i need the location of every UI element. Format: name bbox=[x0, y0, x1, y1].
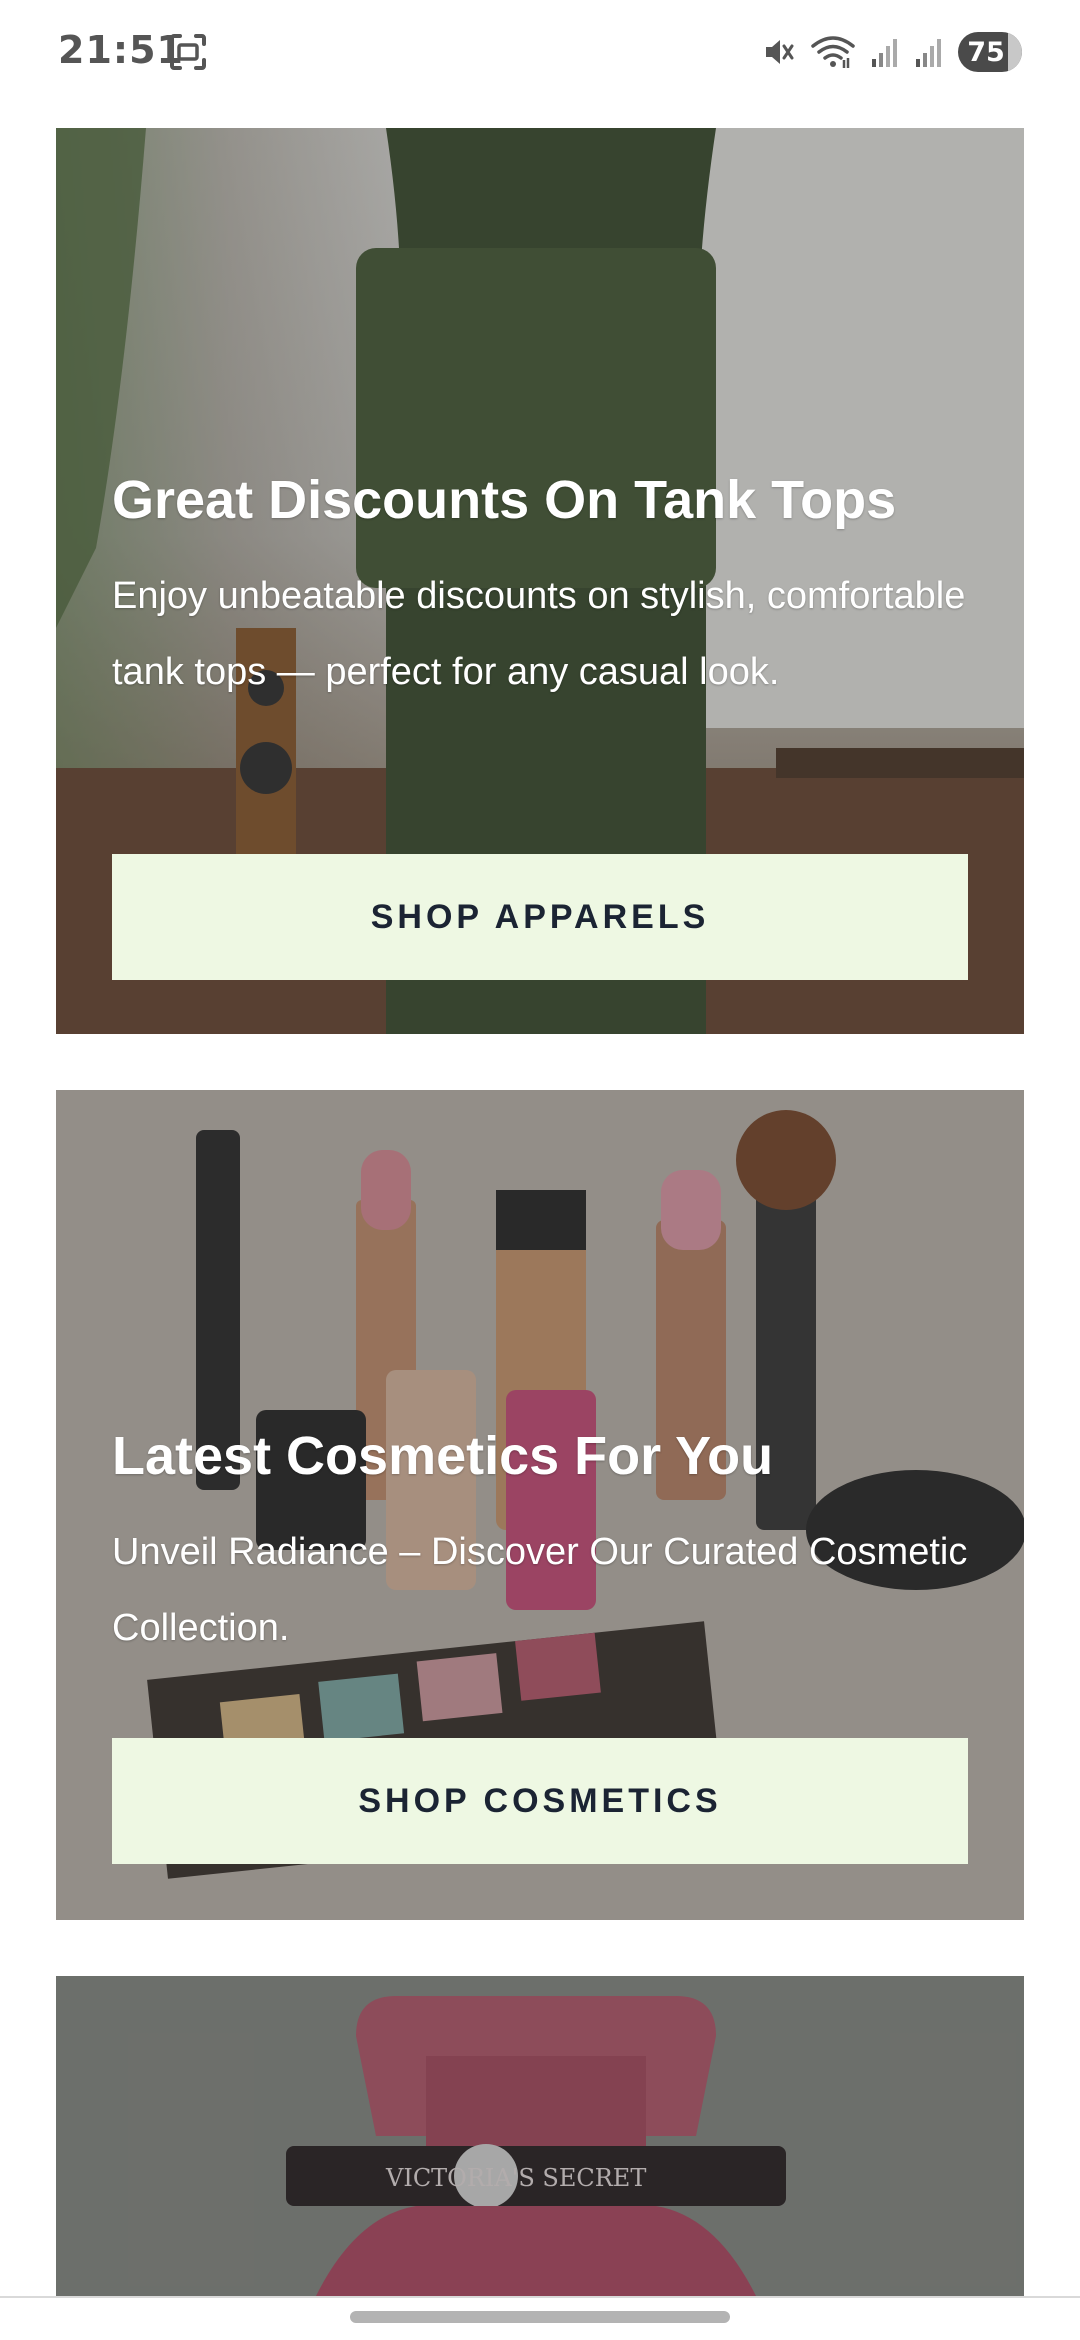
banner-perfume: VICTORIA'S SECRET bbox=[56, 1976, 1024, 2296]
screenshot-icon bbox=[170, 34, 206, 70]
banner-apparel-title: Great Discounts On Tank Tops bbox=[112, 470, 897, 530]
bottom-divider bbox=[0, 2296, 1080, 2298]
banner-apparel-description: Enjoy unbeatable discounts on stylish, c… bbox=[112, 575, 966, 693]
mute-icon bbox=[766, 40, 794, 64]
shop-cosmetics-button[interactable]: SHOP COSMETICS bbox=[112, 1738, 968, 1864]
signal-icon bbox=[916, 39, 941, 67]
status-icons: 75 bbox=[760, 30, 1022, 74]
signal-icon bbox=[872, 39, 897, 67]
banner-apparel: Great Discounts On Tank Tops Enjoy unbea… bbox=[56, 128, 1024, 1034]
banner-perfume-overlay bbox=[56, 1976, 1024, 2296]
banner-apparel-content: Great Discounts On Tank Tops Enjoy unbea… bbox=[112, 468, 968, 710]
banner-cosmetics-description: Unveil Radiance – Discover Our Curated C… bbox=[112, 1531, 968, 1649]
status-time: 21:51 bbox=[58, 28, 184, 72]
status-bar: 21:51 75 bbox=[0, 0, 1080, 105]
banner-cosmetics-content: Latest Cosmetics For You Unveil Radiance… bbox=[112, 1424, 968, 1666]
banner-cosmetics: Latest Cosmetics For You Unveil Radiance… bbox=[56, 1090, 1024, 1920]
shop-apparels-button[interactable]: SHOP APPARELS bbox=[112, 854, 968, 980]
home-indicator[interactable] bbox=[350, 2311, 730, 2323]
battery-indicator: 75 bbox=[958, 32, 1022, 72]
wifi-icon bbox=[811, 36, 855, 68]
battery-level: 75 bbox=[967, 36, 1005, 68]
banner-cosmetics-title: Latest Cosmetics For You bbox=[112, 1426, 774, 1486]
